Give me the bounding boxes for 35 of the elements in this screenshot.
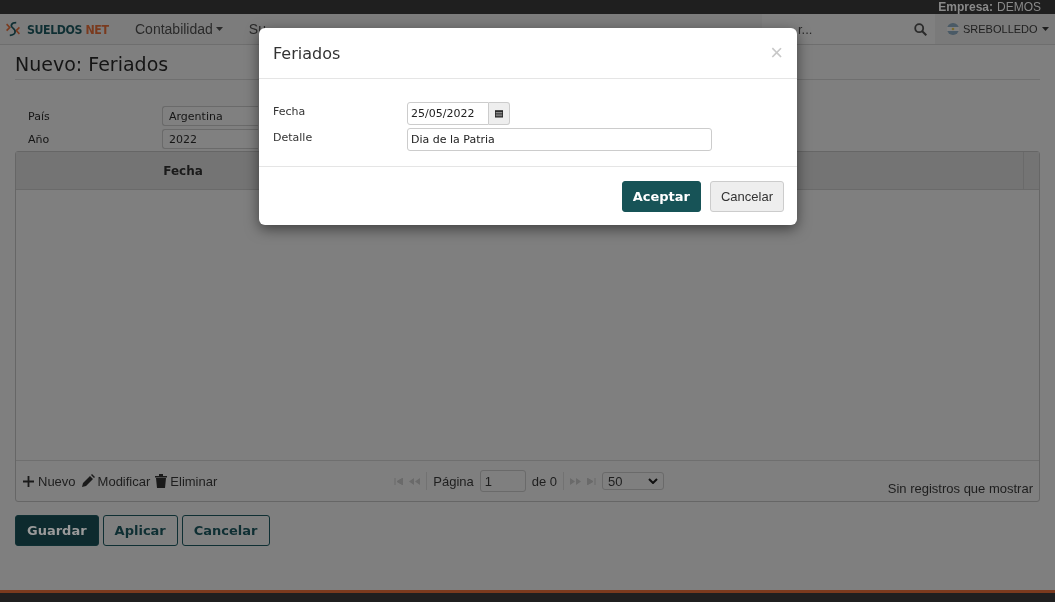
page-count: de 0	[531, 473, 558, 489]
calendar-icon	[495, 108, 503, 119]
logo-icon	[5, 19, 22, 39]
date-field[interactable]: 25/05/2022	[407, 102, 489, 125]
action-button[interactable]: Aplicar	[102, 515, 178, 546]
company-label: Empresa: DEMOS	[938, 0, 1041, 14]
action-button[interactable]: Guardar	[15, 515, 99, 546]
pencil-icon	[80, 474, 95, 488]
caret-icon	[1041, 27, 1049, 31]
plus-icon	[22, 474, 35, 488]
action-button[interactable]: Cancelar	[181, 515, 270, 546]
field-label: País	[28, 109, 51, 123]
flag-icon	[947, 23, 959, 35]
calendar-button[interactable]	[489, 102, 510, 125]
dialog-button[interactable]: Cancelar	[709, 181, 784, 212]
field-label: Fecha	[273, 104, 307, 118]
records-status: Sin registros que mostrar	[887, 481, 1033, 498]
toolbar-button[interactable]: Eliminar	[155, 473, 218, 489]
field-label: Detalle	[273, 130, 314, 144]
caret-icon	[215, 27, 223, 31]
search-icon	[914, 22, 927, 36]
trash-icon	[155, 474, 168, 488]
page-label: Página	[433, 473, 474, 489]
logo-text: SUELDOS NET	[27, 21, 109, 37]
page-size-select[interactable]: 50	[602, 472, 665, 490]
field-label: Año	[28, 132, 51, 146]
page-input[interactable]: 1	[479, 470, 526, 492]
chevron-icon	[648, 478, 659, 484]
nav-menu[interactable]: Contabilidad	[135, 21, 223, 37]
toolbar-button[interactable]: Nuevo	[22, 473, 76, 489]
select-field[interactable]: 2022	[162, 129, 258, 149]
select-field[interactable]: Argentina	[162, 106, 258, 126]
dialog-button[interactable]: Aceptar	[621, 181, 701, 212]
toolbar-button[interactable]: Modificar	[80, 473, 151, 489]
text-field[interactable]: Dia de la Patria	[407, 128, 712, 151]
